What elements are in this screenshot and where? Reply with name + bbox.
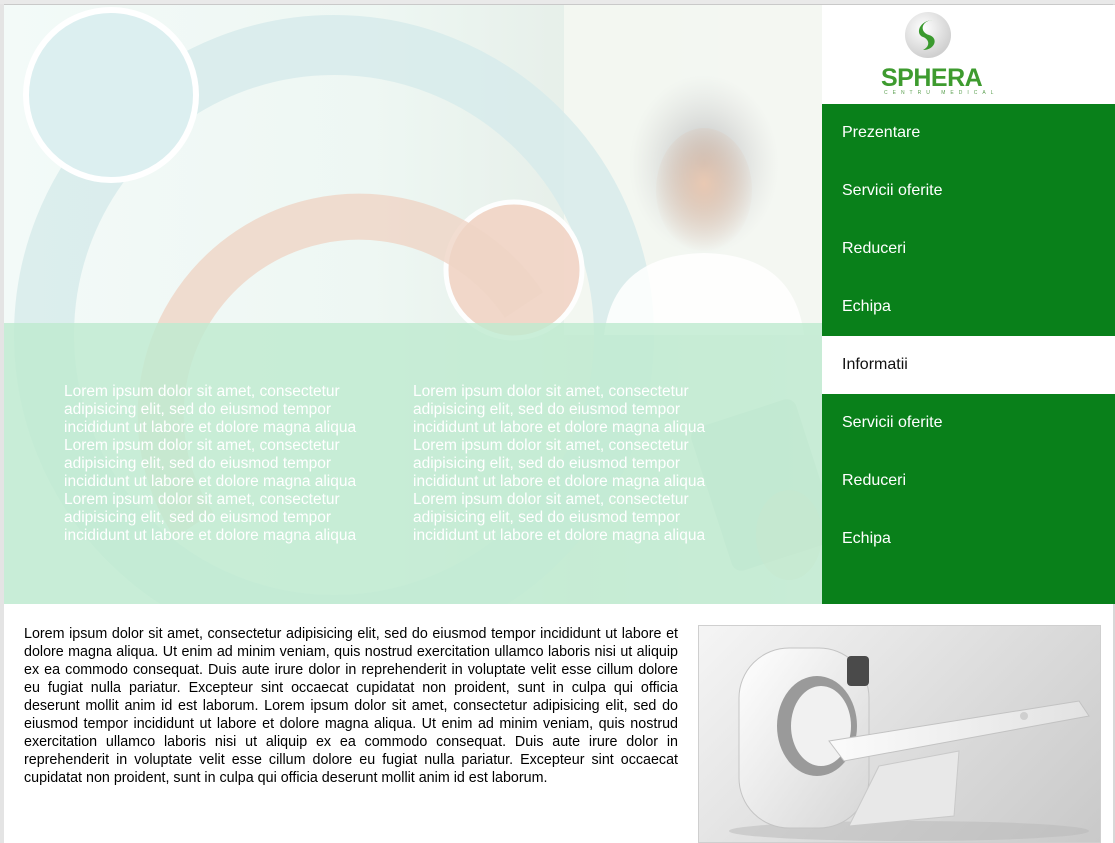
- menu-item-reduceri[interactable]: Reduceri: [822, 220, 1115, 278]
- menu-item-servicii-oferite-2[interactable]: Servicii oferite: [822, 394, 1115, 452]
- ct-scanner-illustration: [729, 647, 1090, 841]
- menu-item-informatii[interactable]: Informatii: [822, 336, 1115, 394]
- ct-scanner-image: [698, 625, 1101, 843]
- side-menu: Prezentare Servicii oferite Reduceri Ech…: [822, 104, 1115, 604]
- logo[interactable]: SPHERA CENTRU MEDICAL: [822, 5, 1115, 104]
- menu-item-servicii-oferite[interactable]: Servicii oferite: [822, 162, 1115, 220]
- hero-text-column-2: Lorem ipsum dolor sit amet, consectetur …: [413, 383, 706, 544]
- menu-item-echipa[interactable]: Echipa: [822, 278, 1115, 336]
- menu-item-reduceri-2[interactable]: Reduceri: [822, 452, 1115, 510]
- menu-item-prezentare[interactable]: Prezentare: [822, 104, 1115, 162]
- logo-tagline: CENTRU MEDICAL: [884, 90, 999, 96]
- menu-item-echipa-2[interactable]: Echipa: [822, 510, 1115, 568]
- hero-text-column-1: Lorem ipsum dolor sit amet, consectetur …: [64, 383, 357, 544]
- content-paragraph: Lorem ipsum dolor sit amet, consectetur …: [24, 626, 678, 786]
- logo-name: SPHERA: [881, 64, 983, 92]
- hero-banner: Lorem ipsum dolor sit amet, consectetur …: [4, 5, 822, 604]
- sphera-logo-icon: [905, 12, 951, 58]
